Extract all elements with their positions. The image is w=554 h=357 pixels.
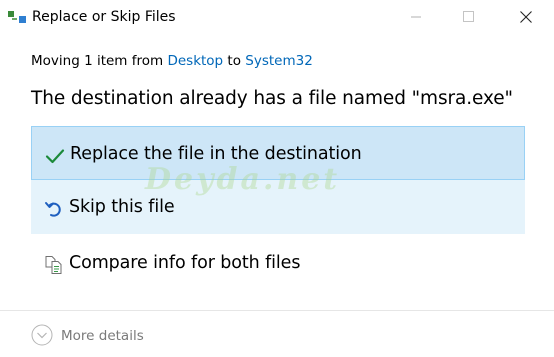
title-bar[interactable]: Replace or Skip Files <box>0 0 554 33</box>
window-title: Replace or Skip Files <box>32 9 176 25</box>
compare-files-icon <box>44 255 64 275</box>
replace-file-option[interactable]: Replace the file in the destination <box>31 126 525 180</box>
minimize-icon <box>411 12 421 22</box>
close-button[interactable] <box>503 0 549 33</box>
skip-arrow-icon <box>44 199 64 219</box>
destination-folder-link[interactable]: System32 <box>245 53 313 69</box>
skip-file-option[interactable]: Skip this file <box>31 180 525 234</box>
chevron-down-circle-icon <box>31 324 53 346</box>
conflict-message: The destination already has a file named… <box>31 88 513 109</box>
skip-file-label: Skip this file <box>69 197 175 217</box>
file-move-icon <box>8 9 26 23</box>
close-icon <box>520 10 532 23</box>
to-word: to <box>223 53 246 69</box>
more-details-label: More details <box>61 328 144 344</box>
moving-prefix: Moving 1 item from <box>31 53 168 69</box>
source-folder-link[interactable]: Desktop <box>167 53 223 69</box>
replace-file-label: Replace the file in the destination <box>70 144 362 164</box>
footer-divider <box>0 310 554 311</box>
replace-or-skip-dialog: Replace or Skip Files Moving 1 item from… <box>0 0 554 357</box>
compare-files-label: Compare info for both files <box>69 253 301 273</box>
compare-files-option[interactable]: Compare info for both files <box>31 236 525 290</box>
moving-summary: Moving 1 item from Desktop to System32 <box>31 52 313 70</box>
checkmark-icon <box>45 146 65 166</box>
maximize-icon <box>462 11 474 22</box>
minimize-button[interactable] <box>393 0 439 33</box>
maximize-button[interactable] <box>445 0 491 33</box>
